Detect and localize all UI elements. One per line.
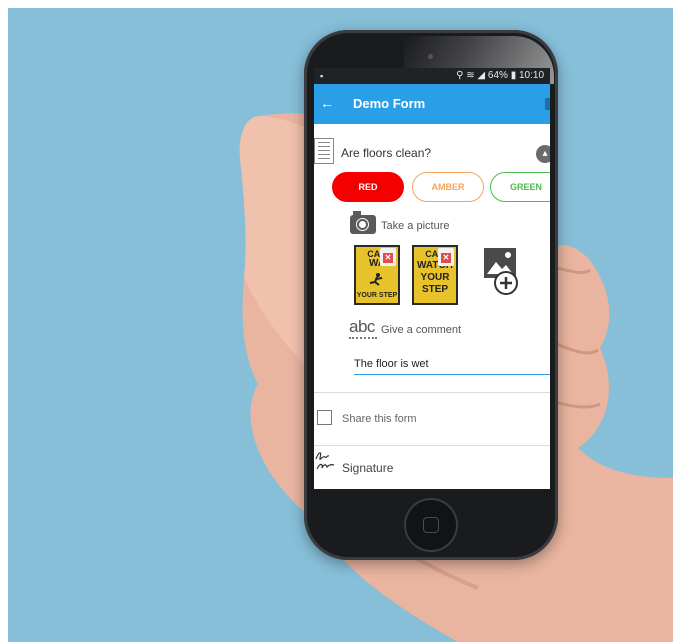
option-amber-button[interactable]: AMBER bbox=[412, 172, 484, 202]
question-label: Are floors clean? bbox=[341, 146, 432, 160]
home-button[interactable] bbox=[404, 498, 458, 552]
slip-figure-icon bbox=[369, 273, 383, 286]
option-red-button[interactable]: RED bbox=[332, 172, 404, 202]
status-bar: ▪ ⚲ ≋ ◢ 64% ▮ 10:10 bbox=[314, 68, 550, 84]
comment-label: Give a comment bbox=[381, 324, 462, 336]
take-picture-label[interactable]: Take a picture bbox=[381, 220, 449, 232]
photo-thumbnail[interactable]: CAU WATCH YOUR STEP ✕ bbox=[412, 245, 458, 305]
photo-thumbnail[interactable]: CAU WA YOUR STEP ✕ bbox=[354, 245, 400, 305]
checklist-icon bbox=[314, 138, 334, 164]
status-icons: ⚲ ≋ ◢ 64% ▮ 10:10 bbox=[456, 70, 544, 81]
delete-icon: ✕ bbox=[383, 253, 393, 263]
home-square-icon bbox=[423, 517, 439, 533]
camera-icon[interactable] bbox=[350, 211, 376, 234]
share-label[interactable]: Share this form bbox=[342, 413, 417, 425]
app-bar: ← Demo Form bbox=[314, 84, 550, 124]
comment-input[interactable]: The floor is wet bbox=[354, 355, 550, 375]
delete-icon: ✕ bbox=[441, 253, 451, 263]
text-input-icon: abc bbox=[349, 317, 375, 336]
overflow-menu-icon[interactable] bbox=[545, 98, 550, 110]
text-input-icon-underline bbox=[349, 337, 377, 339]
divider bbox=[314, 392, 550, 393]
notification-indicator: ▪ bbox=[320, 71, 324, 81]
phone-screen: ▪ ⚲ ≋ ◢ 64% ▮ 10:10 ← Demo Form Are floo… bbox=[314, 68, 550, 489]
camera-dot bbox=[428, 54, 433, 59]
option-green-button[interactable]: GREEN bbox=[490, 172, 550, 202]
share-checkbox[interactable] bbox=[317, 410, 332, 425]
page-title: Demo Form bbox=[353, 96, 426, 111]
divider bbox=[314, 445, 550, 446]
add-photo-icon[interactable] bbox=[484, 248, 520, 298]
background: ▪ ⚲ ≋ ◢ 64% ▮ 10:10 ← Demo Form Are floo… bbox=[8, 8, 673, 642]
signature-icon bbox=[315, 452, 335, 470]
collapse-icon[interactable]: ▴ bbox=[536, 145, 550, 163]
signature-label[interactable]: Signature bbox=[342, 461, 393, 475]
back-arrow-icon[interactable]: ← bbox=[320, 94, 334, 112]
phone-body: ▪ ⚲ ≋ ◢ 64% ▮ 10:10 ← Demo Form Are floo… bbox=[304, 30, 558, 560]
delete-photo-button[interactable]: ✕ bbox=[380, 248, 396, 266]
delete-photo-button[interactable]: ✕ bbox=[438, 248, 454, 266]
